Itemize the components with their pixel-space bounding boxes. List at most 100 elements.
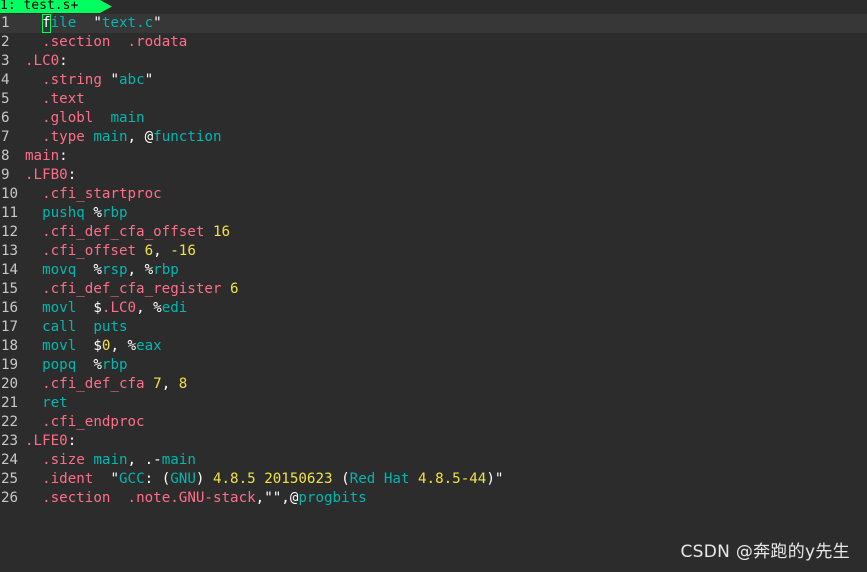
line-code: .LFE0: xyxy=(25,432,76,451)
code-line[interactable]: 5 .text xyxy=(0,90,867,109)
code-token: : xyxy=(67,433,77,449)
code-token: .cfi_offset xyxy=(42,243,137,259)
code-line[interactable]: 4 .string "abc" xyxy=(0,71,867,90)
line-number: 18 xyxy=(1,338,19,354)
code-token: .type xyxy=(42,129,85,145)
code-token: .ident xyxy=(42,471,94,487)
code-line[interactable]: 13 .cfi_offset 6, -16 xyxy=(0,242,867,261)
code-line[interactable]: 14 movq %rsp, %rbp xyxy=(0,261,867,280)
code-line[interactable]: 24 .size main, .-main xyxy=(0,451,867,470)
code-line[interactable]: 25 .ident "GCC: (GNU) 4.8.5 20150623 (Re… xyxy=(0,470,867,489)
code-line[interactable]: 20 .cfi_def_cfa 7, 8 xyxy=(0,375,867,394)
line-number: 24 xyxy=(1,452,19,468)
line-code: movl $.LC0, %edi xyxy=(25,299,187,318)
code-token: GCC xyxy=(118,471,145,487)
code-line[interactable]: 16 movl $.LC0, %edi xyxy=(0,299,867,318)
code-line[interactable]: 10 .cfi_startproc xyxy=(0,185,867,204)
line-code: .section .note.GNU-stack,"",@progbits xyxy=(25,489,367,508)
code-token: 6 xyxy=(230,281,239,297)
code-token: , % xyxy=(136,300,162,316)
line-number: 1 xyxy=(1,15,10,31)
line-code: .type main, @function xyxy=(25,128,221,147)
code-token: ret xyxy=(42,395,68,411)
line-code: .cfi_def_cfa_register 6 xyxy=(25,280,239,299)
code-editor[interactable]: 1 file "text.c" 2 .section .rodata 3 .LC0: 4… xyxy=(0,14,867,508)
code-line[interactable]: 21 ret xyxy=(0,394,867,413)
code-token: , @ xyxy=(127,129,154,145)
code-token: .LC0 xyxy=(101,300,137,316)
code-token: abc xyxy=(118,72,145,88)
code-token: movl xyxy=(42,300,77,316)
code-token: " xyxy=(110,72,119,88)
code-token: : ( xyxy=(144,471,171,487)
code-token: rbp xyxy=(101,205,128,221)
code-token: movq xyxy=(42,262,77,278)
code-line[interactable]: 6 .globl main xyxy=(0,109,867,128)
line-number: 8 xyxy=(1,148,10,164)
code-token: , .- xyxy=(127,452,162,468)
code-token: % xyxy=(93,357,102,373)
code-line[interactable]: 1 file "text.c" xyxy=(0,14,867,33)
line-number: 13 xyxy=(1,243,19,259)
code-token: .cfi_def_cfa_register xyxy=(42,281,222,297)
line-code: .size main, .-main xyxy=(25,451,196,470)
code-token: , % xyxy=(110,338,137,354)
code-line[interactable]: 18 movl $0, %eax xyxy=(0,337,867,356)
code-line[interactable]: 7 .type main, @function xyxy=(0,128,867,147)
code-token: .string xyxy=(42,72,102,88)
code-token: main xyxy=(161,452,196,468)
code-token: .cfi_def_cfa_offset xyxy=(42,224,205,240)
code-token: main xyxy=(93,129,128,145)
code-token: 6 xyxy=(144,243,154,259)
code-token: 20150623 xyxy=(264,471,333,487)
code-token: " xyxy=(144,72,154,88)
code-line[interactable]: 8 main: xyxy=(0,147,867,166)
line-number: 22 xyxy=(1,414,19,430)
code-token: % xyxy=(93,262,102,278)
tab-bar: 1: test.s+ xyxy=(0,0,867,14)
code-token: pushq xyxy=(42,205,85,221)
code-line[interactable]: 3 .LC0: xyxy=(0,52,867,71)
code-line[interactable]: 26 .section .note.GNU-stack,"",@progbits xyxy=(0,489,867,508)
code-token: .cfi_startproc xyxy=(42,186,162,202)
line-number: 16 xyxy=(1,300,19,316)
code-line[interactable]: 23 .LFE0: xyxy=(0,432,867,451)
code-line[interactable]: 17 call puts xyxy=(0,318,867,337)
line-code: .globl main xyxy=(25,109,145,128)
code-token: .LFB0 xyxy=(25,167,68,183)
watermark: CSDN @奔跑的y先生 xyxy=(680,542,850,562)
tab-test-s[interactable]: 1: test.s+ xyxy=(0,0,112,13)
line-number: 7 xyxy=(1,129,10,145)
code-line[interactable]: 15 .cfi_def_cfa_register 6 xyxy=(0,280,867,299)
code-line[interactable]: 12 .cfi_def_cfa_offset 16 xyxy=(0,223,867,242)
line-number: 6 xyxy=(1,110,10,126)
line-code: .LFB0: xyxy=(25,166,76,185)
line-code: .cfi_def_cfa_offset 16 xyxy=(25,223,230,242)
line-code: .cfi_def_cfa 7, 8 xyxy=(25,375,187,394)
code-line[interactable]: 11 pushq %rbp xyxy=(0,204,867,223)
code-token: progbits xyxy=(298,490,367,506)
code-token: .section xyxy=(42,34,111,50)
code-line[interactable]: 22 .cfi_endproc xyxy=(0,413,867,432)
code-token: .cfi_def_cfa xyxy=(42,376,145,392)
code-line[interactable]: 19 popq %rbp xyxy=(0,356,867,375)
line-code: file "text.c" xyxy=(25,14,162,33)
code-line[interactable]: 2 .section .rodata xyxy=(0,33,867,52)
code-line[interactable]: 9 .LFB0: xyxy=(0,166,867,185)
